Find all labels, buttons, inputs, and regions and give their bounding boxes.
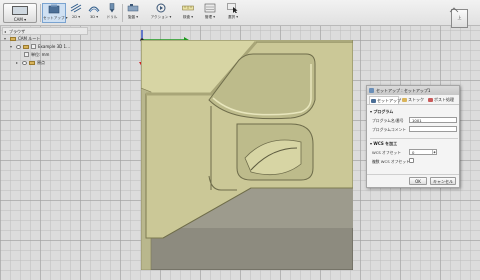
cancel-button[interactable]: キャンセル [430,177,456,185]
eye-icon[interactable] [16,45,21,49]
section-label: プログラム [373,109,394,114]
cam-workspace-icon [12,6,28,15]
select-tool-label: 選択 ▾ [227,15,239,19]
tab-label: ポスト処理 [434,97,454,102]
browser-item-label: Example 3D 1… [38,44,71,49]
3d-tool-button[interactable]: 3D ▾ [86,3,102,23]
2d-tool-button[interactable]: 2D ▾ [68,3,84,23]
tab-post-process[interactable]: ポスト処理 [427,96,459,104]
home-icon[interactable] [448,6,472,34]
wcs-section-header[interactable]: ▾ WCS を加工 [370,141,397,147]
setup-tool-button[interactable]: セットアップ ▾ [42,3,68,23]
browser-header[interactable]: ◂ ブラウザ [2,27,88,35]
toolbar: CAM ▾ セットアップ ▾ 2D ▾ 3D ▾ ドリル 旋盤 ▾ アクション … [0,0,480,26]
program-number-label: プログラム名/番号 [372,118,404,123]
tab-setup[interactable]: セットアップ [369,96,401,104]
drill-icon [109,3,115,13]
setup-tab-icon [371,99,376,103]
document-icon [31,44,36,49]
browser-panel: ◂ ブラウザ ▾ CAM ルート ▾ Example 3D 1… 単位: mm … [2,27,88,67]
tool-library-icon [204,3,216,13]
browser-item-origin[interactable]: ▸ 原点 [2,59,88,67]
turning-icon [127,4,139,12]
origin-folder-icon [29,61,35,65]
view-cube[interactable]: 上 [448,6,472,34]
dialog-tabs: セットアップ ストック ポスト処理 [367,95,459,105]
part-model[interactable] [141,40,353,270]
expand-triangle-icon[interactable]: ▾ [10,43,12,51]
browser-item-document[interactable]: ▾ Example 3D 1… [2,43,88,51]
turning-tool-button[interactable]: 旋盤 ▾ [125,3,141,23]
post-process-tab-icon [428,98,433,102]
multiple-wcs-label: 複数 WCS オフセット [372,159,410,164]
manage-tool-label: 管理 ▾ [204,15,216,19]
section-divider [370,138,458,139]
inspect-tool-label: 検査 ▾ [182,15,194,19]
browser-title: ブラウザ [9,29,25,34]
manage-tool-button[interactable]: 管理 ▾ [200,3,220,23]
actions-icon [156,3,166,13]
eye-icon[interactable] [22,61,27,65]
tab-stock[interactable]: ストック [401,96,425,104]
toolbar-divider [40,4,41,22]
multiple-wcs-checkbox[interactable] [409,158,414,163]
program-number-input[interactable]: 1001 [409,117,457,123]
wcs-offset-input[interactable]: 0 ◆ [409,149,437,155]
button-divider [367,174,459,175]
workspace-label: CAM ▾ [13,17,27,22]
dialog-title: セットアップ : セットアップ1 [376,88,431,93]
turning-tool-label: 旋盤 ▾ [127,15,139,19]
drill-tool-label: ドリル [106,15,118,19]
component-icon [23,45,29,49]
actions-tool-label: アクション ▾ [150,15,172,19]
browser-item-label: CAM ルート [18,36,41,41]
drill-tool-button[interactable]: ドリル [104,3,120,23]
ruler-icon [182,5,194,11]
wcs-offset-value: 0 [412,150,415,155]
program-comment-label: プログラムコメント [372,127,407,132]
wcs-offset-label: WCS オフセット [372,150,402,155]
program-comment-input[interactable] [409,126,457,132]
section-label: WCS を加工 [373,141,398,146]
units-icon [24,52,29,57]
cam-root-icon [10,37,16,41]
setup-icon [48,4,60,14]
actions-tool-button[interactable]: アクション ▾ [145,3,177,23]
expand-triangle-icon[interactable]: ▸ [16,59,18,67]
2d-tool-label: 2D ▾ [72,15,80,19]
browser-item-units[interactable]: 単位: mm [2,51,88,59]
3d-toolpath-icon [88,6,100,13]
setup-tool-label: セットアップ ▾ [43,16,68,20]
program-section-header[interactable]: ▾ プログラム [370,109,393,115]
tab-label: セットアップ [377,98,401,103]
dialog-titlebar[interactable]: セットアップ : セットアップ1 [367,86,459,95]
inspect-tool-button[interactable]: 検査 ▾ [179,3,197,23]
2d-toolpath-icon [70,3,82,13]
workspace-switcher[interactable]: CAM ▾ [3,3,37,23]
setup-dialog: セットアップ : セットアップ1 セットアップ ストック ポスト処理 ▾ プログ… [366,85,460,188]
stock-tab-icon [402,98,407,102]
tab-label: ストック [408,97,424,102]
collapse-triangle-icon[interactable]: ◂ [4,28,6,35]
browser-item-cam-root[interactable]: ▾ CAM ルート [2,35,88,43]
spinner-icon[interactable]: ◆ [432,150,436,154]
browser-item-label: 単位: mm [31,52,50,57]
toolbar-divider [122,4,123,22]
setup-dialog-icon [369,88,374,93]
ok-button[interactable]: OK [409,177,427,185]
cursor-icon [227,3,238,13]
select-tool-button[interactable]: 選択 ▾ [224,3,242,23]
3d-tool-label: 3D ▾ [90,15,98,19]
expand-triangle-icon[interactable]: ▾ [4,35,6,43]
browser-item-label: 原点 [37,60,45,65]
